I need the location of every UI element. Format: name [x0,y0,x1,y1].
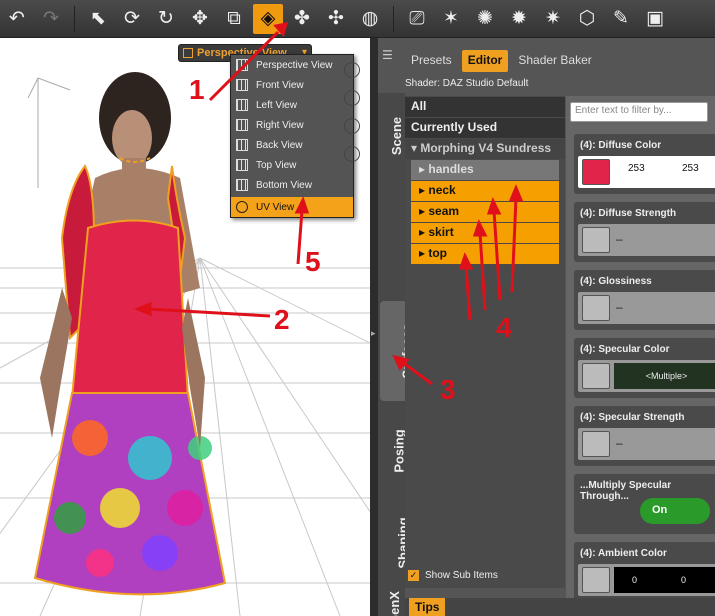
annotation-1: 1 [189,74,205,105]
annotation-5: 5 [305,246,321,277]
annotation-4: 4 [496,312,512,343]
annotation-3: 3 [440,374,456,405]
app-window: ↶ ↷ ⬉ ⟳ ↻ ✥ ⧉ ◈ ✤ ✣ ◍ ⎚ ✶ ✺ ✹ ✷ ⬡ ✎ ▣ Pe… [0,0,715,616]
annotation-arrows [134,22,524,386]
annotation-2: 2 [274,304,290,335]
